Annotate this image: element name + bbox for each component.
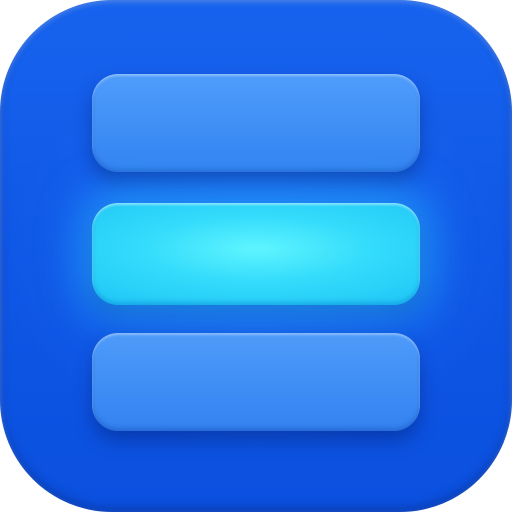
highlighted-middle-bar <box>92 203 420 305</box>
menu-bars-app-icon[interactable] <box>0 0 512 512</box>
top-bar <box>92 74 420 172</box>
bottom-bar <box>92 333 420 431</box>
